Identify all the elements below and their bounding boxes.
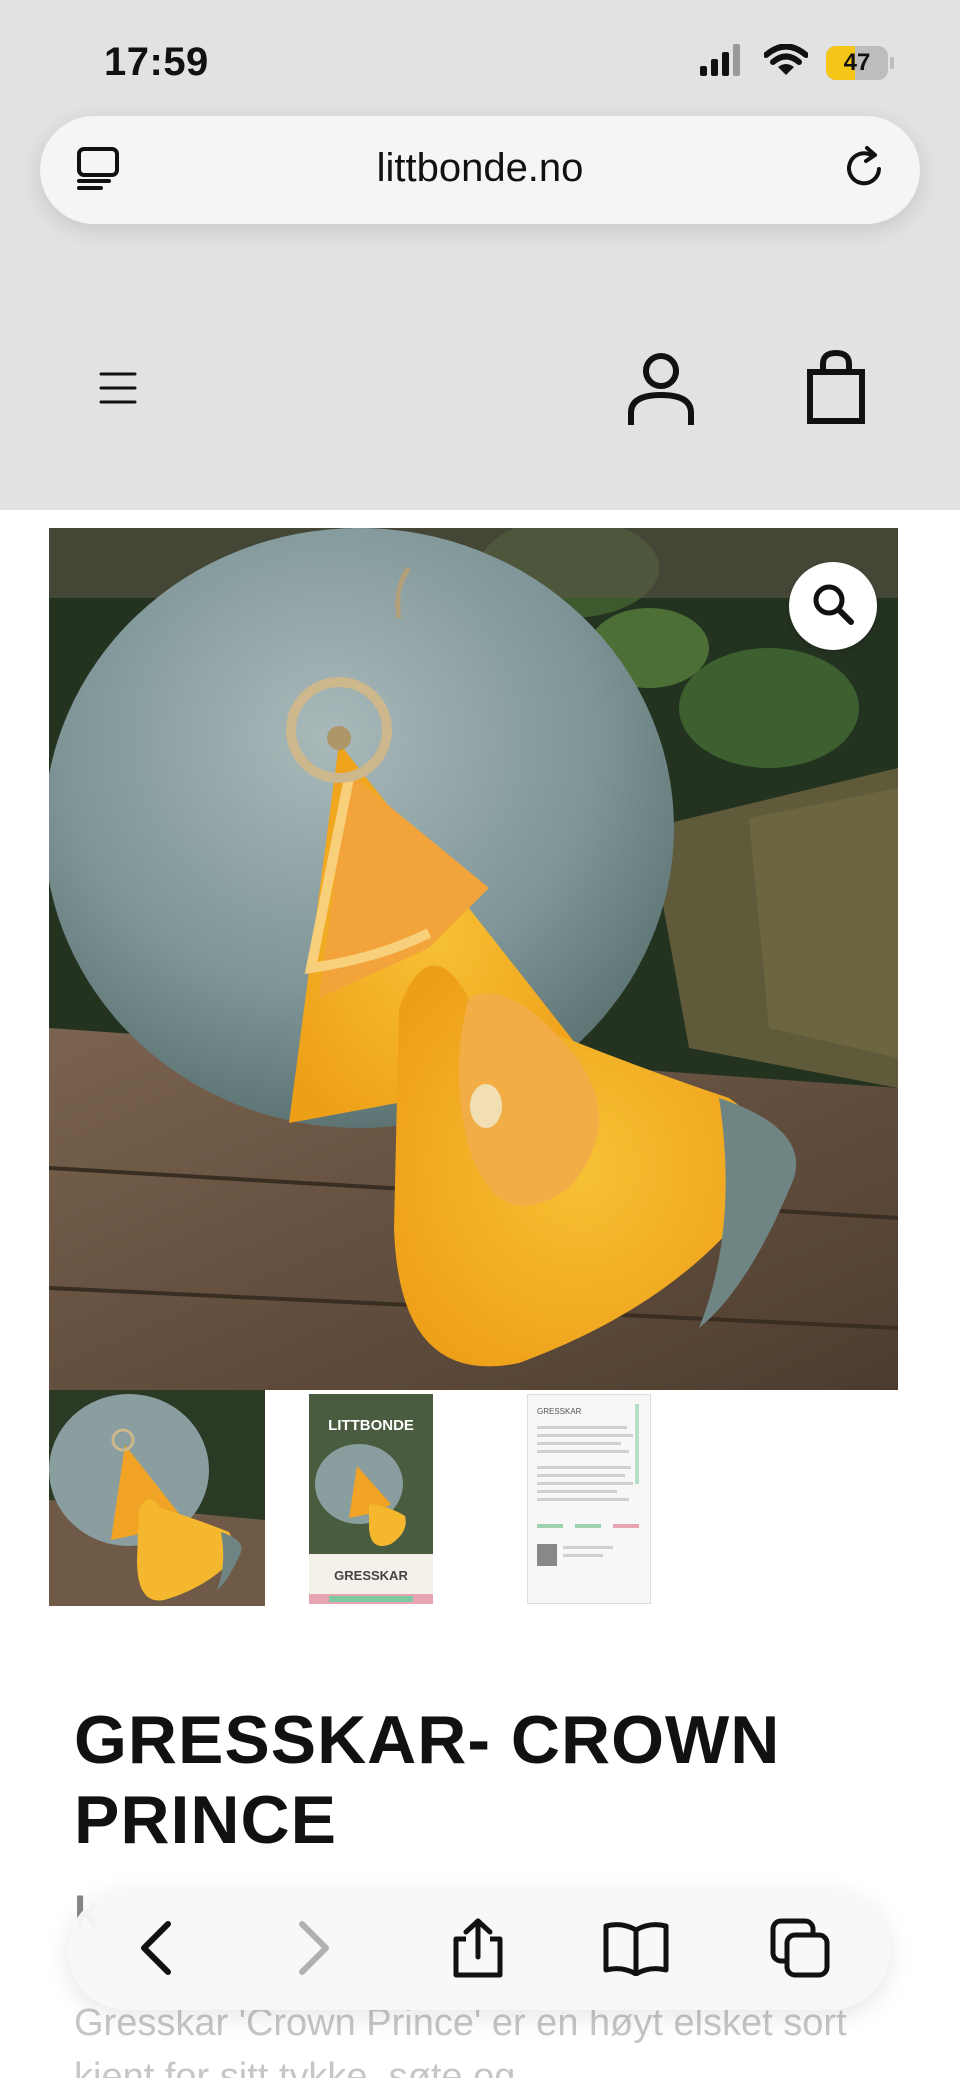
reload-button[interactable] bbox=[836, 142, 892, 198]
zoom-button[interactable] bbox=[789, 562, 877, 650]
wifi-icon bbox=[763, 43, 809, 81]
thumbnail-seed-packet-front[interactable]: LITTBONDE GRESSKAR bbox=[309, 1394, 433, 1604]
address-bar[interactable]: littbonde.no bbox=[40, 116, 920, 224]
thumbnail-strip: LITTBONDE GRESSKAR GRESSKAR bbox=[49, 1390, 898, 1606]
battery-icon: 47 bbox=[826, 45, 888, 80]
thumbnail-photo[interactable] bbox=[49, 1390, 265, 1606]
status-time: 17:59 bbox=[104, 40, 209, 84]
shopping-bag-icon bbox=[806, 349, 866, 429]
tabs-icon bbox=[769, 1917, 831, 1984]
status-bar: 17:59 47 bbox=[0, 0, 960, 110]
status-icons: 47 bbox=[700, 43, 894, 81]
forward-button[interactable] bbox=[282, 1918, 346, 1982]
bookmarks-button[interactable] bbox=[602, 1918, 670, 1982]
browser-address-area: littbonde.no bbox=[0, 110, 960, 280]
account-button[interactable] bbox=[618, 348, 704, 434]
product-main-image[interactable] bbox=[49, 528, 898, 1390]
url-text[interactable]: littbonde.no bbox=[40, 146, 920, 191]
tabs-button[interactable] bbox=[768, 1918, 832, 1982]
site-header bbox=[0, 280, 960, 510]
pumpkin-photo bbox=[49, 528, 898, 1390]
packet-label-text: GRESSKAR bbox=[334, 1568, 408, 1583]
cart-button[interactable] bbox=[796, 346, 876, 432]
share-icon bbox=[450, 1917, 506, 1984]
cellular-signal-icon bbox=[700, 44, 746, 81]
browser-toolbar bbox=[68, 1890, 890, 2010]
product-title: GRESSKAR- CROWN PRINCE bbox=[74, 1702, 781, 1858]
menu-button[interactable] bbox=[92, 364, 144, 416]
battery-tip bbox=[890, 56, 894, 69]
bookmarks-icon bbox=[602, 1920, 670, 1981]
thumbnail-seed-packet-back[interactable]: GRESSKAR bbox=[527, 1394, 651, 1604]
forward-icon bbox=[294, 1920, 334, 1981]
reload-icon bbox=[841, 145, 887, 196]
back-icon bbox=[136, 1920, 176, 1981]
back-button[interactable] bbox=[124, 1918, 188, 1982]
battery-level: 47 bbox=[843, 48, 871, 76]
share-button[interactable] bbox=[446, 1918, 510, 1982]
hamburger-menu-icon bbox=[99, 370, 137, 411]
magnifier-icon bbox=[811, 582, 855, 631]
packet-brand-text: LITTBONDE bbox=[328, 1417, 414, 1434]
packet-back-label: GRESSKAR bbox=[537, 1407, 582, 1416]
account-icon bbox=[626, 351, 696, 432]
